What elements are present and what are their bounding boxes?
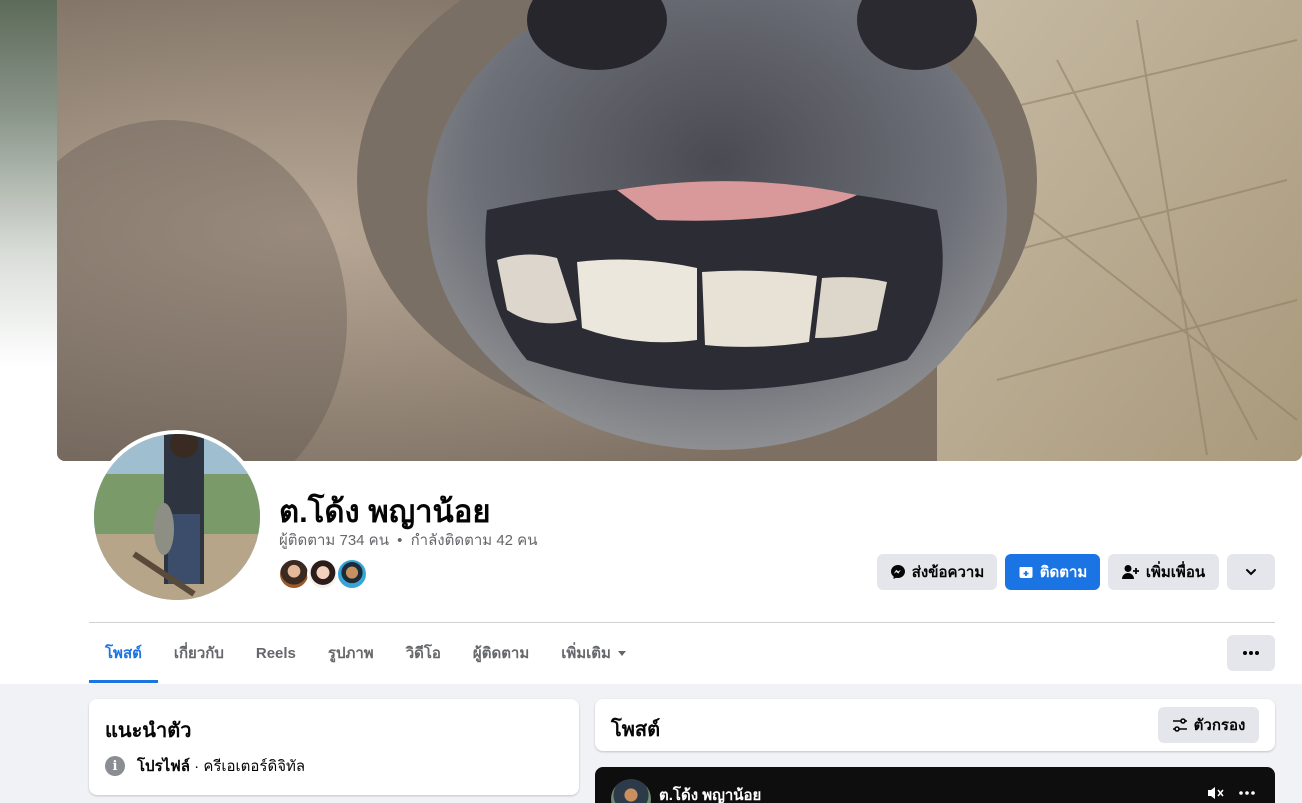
- more-actions-button[interactable]: [1227, 554, 1275, 590]
- post-controls: [1207, 785, 1255, 801]
- cover-photo[interactable]: [57, 0, 1302, 461]
- post-author-avatar[interactable]: [611, 779, 651, 803]
- profile-stats: ผู้ติดตาม 734 คน • กำลังติดตาม 42 คน: [279, 528, 537, 552]
- message-button-label: ส่งข้อความ: [911, 564, 985, 581]
- tab-label: ผู้ติดตาม: [472, 645, 530, 662]
- message-button[interactable]: ส่งข้อความ: [877, 554, 997, 590]
- tab-photos[interactable]: รูปภาพ: [312, 623, 390, 683]
- post-preview[interactable]: ต.โด้ง พญาน้อย: [595, 767, 1275, 803]
- tab-label: เกี่ยวกับ: [173, 645, 224, 662]
- ellipsis-icon: [1243, 651, 1259, 655]
- tab-label: โพสต์: [105, 645, 142, 662]
- stats-separator: •: [397, 532, 403, 549]
- follow-button[interactable]: ติดตาม: [1005, 554, 1100, 590]
- chevron-down-icon: [1246, 569, 1256, 576]
- follow-button-label: ติดตาม: [1039, 564, 1088, 581]
- tab-followers[interactable]: ผู้ติดตาม: [457, 623, 545, 683]
- intro-category-row: i โปรไฟล์ · ครีเอเตอร์ดิจิทัล: [105, 754, 305, 778]
- filter-button-label: ตัวกรอง: [1193, 717, 1246, 734]
- follow-icon: [1019, 567, 1033, 578]
- add-friend-icon: [1121, 565, 1139, 579]
- profile-tabs: โพสต์ เกี่ยวกับ Reels รูปภาพ วิดีโอ ผู้ต…: [89, 623, 643, 683]
- tab-label: Reels: [255, 644, 296, 662]
- mute-icon[interactable]: [1207, 785, 1225, 801]
- friend-avatar[interactable]: [336, 558, 368, 590]
- profile-avatar[interactable]: [90, 430, 264, 604]
- posts-header-card: โพสต์ ตัวกรอง: [595, 699, 1275, 751]
- posts-title: โพสต์: [611, 719, 661, 741]
- friend-avatar[interactable]: [278, 558, 310, 590]
- messenger-icon: [890, 565, 905, 579]
- tab-label: วิดีโอ: [405, 645, 441, 662]
- ellipsis-icon[interactable]: [1239, 785, 1255, 801]
- post-author-name[interactable]: ต.โด้ง พญาน้อย: [659, 783, 761, 803]
- tabs-overflow-button[interactable]: [1227, 635, 1275, 671]
- tab-videos[interactable]: วิดีโอ: [390, 623, 457, 683]
- filter-button[interactable]: ตัวกรอง: [1158, 707, 1259, 743]
- intro-card: แนะนำตัว i โปรไฟล์ · ครีเอเตอร์ดิจิทัล: [89, 699, 579, 795]
- intro-profile-label: โปรไฟล์: [137, 758, 190, 775]
- intro-profile-detail: · ครีเอเตอร์ดิจิทัล: [190, 758, 306, 775]
- mutual-friend-avatars: [278, 558, 378, 590]
- intro-title: แนะนำตัว: [105, 720, 192, 742]
- tab-more[interactable]: เพิ่มเติม: [545, 623, 643, 683]
- tab-label: รูปภาพ: [327, 645, 374, 662]
- tab-reels[interactable]: Reels: [240, 623, 312, 683]
- intro-category-text: โปรไฟล์ · ครีเอเตอร์ดิจิทัล: [137, 754, 305, 778]
- info-icon: i: [105, 756, 125, 776]
- add-friend-button[interactable]: เพิ่มเพื่อน: [1108, 554, 1219, 590]
- tab-label: เพิ่มเติม: [561, 645, 611, 662]
- filter-icon: [1172, 718, 1187, 732]
- tab-posts[interactable]: โพสต์: [89, 623, 158, 683]
- followers-count[interactable]: ผู้ติดตาม 734 คน: [279, 532, 389, 549]
- side-gradient: [0, 0, 57, 460]
- following-count[interactable]: กำลังติดตาม 42 คน: [411, 532, 538, 549]
- friend-avatar[interactable]: [307, 558, 339, 590]
- caret-down-icon: [617, 651, 626, 656]
- add-friend-button-label: เพิ่มเพื่อน: [1145, 564, 1206, 581]
- tab-about[interactable]: เกี่ยวกับ: [158, 623, 240, 683]
